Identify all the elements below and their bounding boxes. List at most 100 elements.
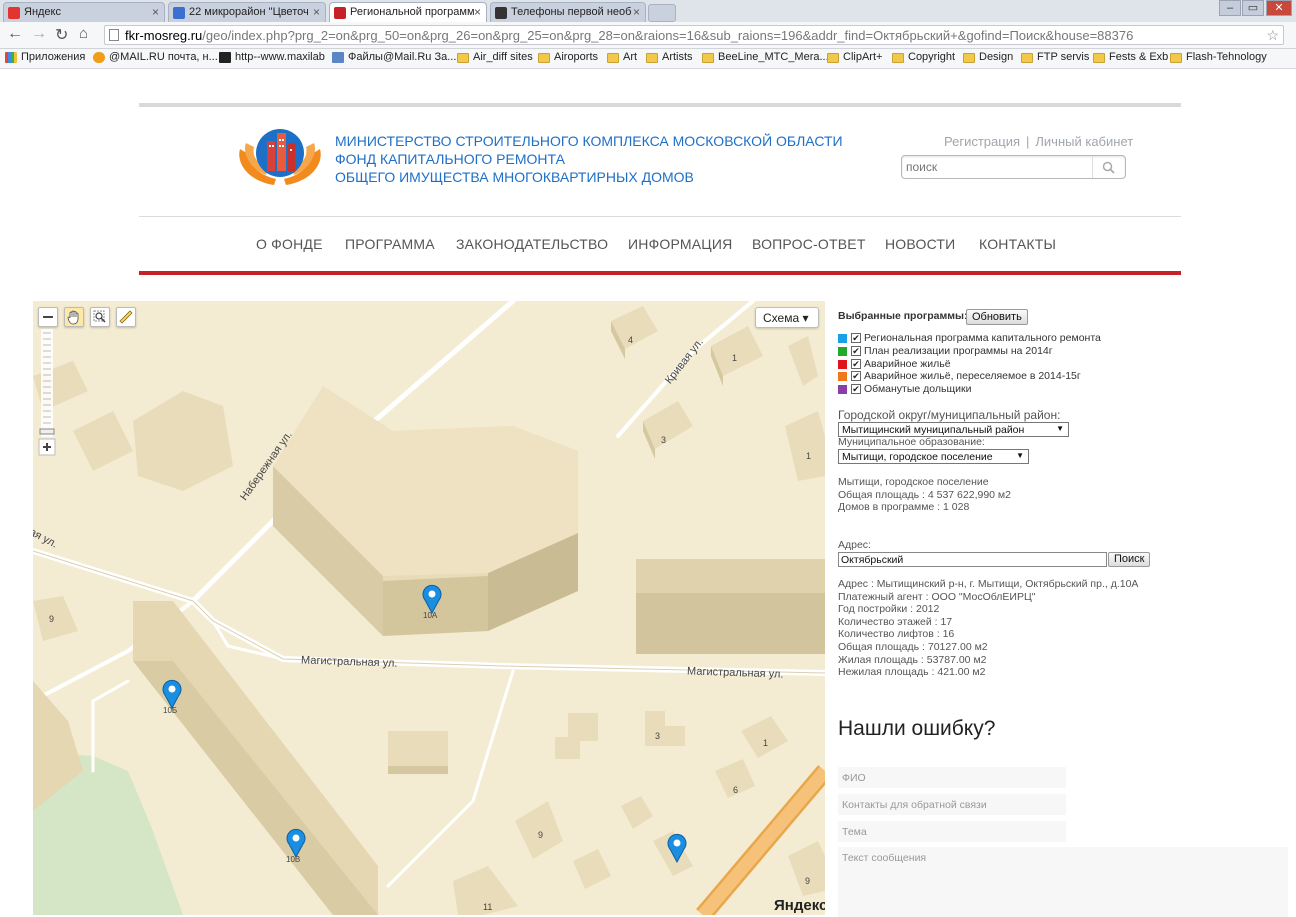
topic-field[interactable]: Тема <box>838 821 1066 842</box>
district-value: Мытищинский муниципальный район <box>842 424 1025 436</box>
hand-icon <box>67 310 79 325</box>
back-arrow-icon[interactable]: ← <box>7 25 23 43</box>
detail-year-built: Год постройки : 2012 <box>838 603 940 616</box>
selected-programs-label: Выбранные программы: <box>838 310 968 322</box>
folder-icon <box>963 53 975 63</box>
stats-name: Мытищи, городское поселение <box>838 476 989 488</box>
map-marker[interactable]: 10Б <box>161 679 183 715</box>
address-input[interactable]: Октябрьский <box>838 552 1107 567</box>
yandex-logo[interactable]: Яндекс <box>774 897 825 914</box>
district-label: Городской округ/муниципальный район: <box>838 408 1061 422</box>
bookmark-item[interactable]: Приложения <box>5 51 85 63</box>
program-checkbox[interactable]: ✔ <box>851 371 861 381</box>
detail-floors: Количество этажей : 17 <box>838 615 953 628</box>
nav-item-contacts[interactable]: КОНТАКТЫ <box>979 236 1056 252</box>
house-number: 9 <box>49 614 55 624</box>
map-marker[interactable] <box>666 833 688 865</box>
search-button[interactable] <box>1092 156 1125 178</box>
ruler-tool-button[interactable] <box>116 307 136 327</box>
bookmark-folder[interactable]: Fests & Exb <box>1093 51 1168 63</box>
map-marker[interactable]: 10В <box>285 828 307 864</box>
home-icon[interactable]: ⌂ <box>79 25 88 42</box>
program-checkbox[interactable]: ✔ <box>851 346 861 356</box>
program-checkbox[interactable]: ✔ <box>851 333 861 343</box>
close-tab-icon[interactable]: × <box>633 5 640 19</box>
bookmark-folder[interactable]: ClipArt+ <box>827 51 882 63</box>
bookmark-folder[interactable]: Copyright <box>892 51 955 63</box>
map-layer-dropdown[interactable]: Схема ▾ <box>755 307 819 328</box>
fio-field[interactable]: ФИО <box>838 767 1066 788</box>
url-text[interactable]: fkr-mosreg.ru/geo/index.php?prg_2=on&prg… <box>125 28 1133 43</box>
browser-tab-active[interactable]: Региональной программ × <box>329 2 487 22</box>
site-favicon-icon <box>173 7 185 19</box>
magnifier-icon <box>93 310 106 323</box>
municipality-label: Муниципальное образование: <box>838 436 985 448</box>
site-search-input[interactable] <box>906 159 1091 175</box>
nav-item-program[interactable]: ПРОГРАММА <box>345 236 435 252</box>
magnifier-tool-button[interactable] <box>90 307 110 327</box>
pan-tool-button[interactable] <box>64 307 84 327</box>
bookmark-item[interactable]: @MAIL.RU почта, н... <box>93 51 218 63</box>
address-search-button[interactable]: Поиск <box>1108 552 1151 567</box>
yandex-map[interactable]: Набережная ул. Кривая ул. Магистральная … <box>33 301 825 915</box>
bookmark-folder[interactable]: Art <box>607 51 637 63</box>
nav-item-about[interactable]: О ФОНДЕ <box>256 236 323 252</box>
fund-logo[interactable] <box>236 123 324 189</box>
reload-icon[interactable]: ↻ <box>55 25 68 45</box>
map-marker[interactable]: 10А <box>421 584 443 620</box>
maximize-window-button[interactable]: ▭ <box>1242 0 1264 16</box>
bookmark-folder[interactable]: Artists <box>646 51 693 63</box>
bookmark-folder[interactable]: BeeLine_MTC_Mera... <box>702 51 829 63</box>
marker-label: 10А <box>423 611 438 620</box>
marker-label: 10Б <box>163 706 178 715</box>
message-field[interactable]: Текст сообщения <box>838 847 1288 917</box>
nav-item-legislation[interactable]: ЗАКОНОДАТЕЛЬСТВО <box>456 236 608 252</box>
house-number: 3 <box>661 435 667 445</box>
program-color-swatch <box>838 372 847 381</box>
close-tab-icon[interactable]: × <box>313 5 320 19</box>
program-checkbox[interactable]: ✔ <box>851 384 861 394</box>
program-label: Аварийное жильё <box>864 358 951 370</box>
contacts-field[interactable]: Контакты для обратной связи <box>838 794 1066 815</box>
marker-label: 10В <box>286 855 301 864</box>
bookmark-folder[interactable]: Airoports <box>538 51 598 63</box>
browser-tab[interactable]: Яндекс × <box>3 2 165 22</box>
bookmark-folder[interactable]: Flash-Tehnology <box>1170 51 1267 63</box>
program-label: План реализации программы на 2014г <box>864 345 1053 357</box>
browser-tab[interactable]: 22 микрорайон "Цветоч × <box>168 2 326 22</box>
browser-tab[interactable]: Телефоны первой необ × <box>490 2 646 22</box>
municipality-select[interactable]: Мытищи, городское поселение ▼ <box>838 449 1029 464</box>
nav-item-information[interactable]: ИНФОРМАЦИЯ <box>628 236 732 252</box>
map-layer-label: Схема ▾ <box>763 311 809 325</box>
new-tab-button[interactable] <box>648 4 676 22</box>
zoom-out-button[interactable] <box>38 307 58 327</box>
personal-cabinet-link[interactable]: Личный кабинет <box>1035 134 1133 149</box>
bookmark-folder[interactable]: FTP servis <box>1021 51 1089 63</box>
register-link[interactable]: Регистрация <box>944 134 1020 149</box>
refresh-button[interactable]: Обновить <box>966 309 1028 325</box>
folder-icon <box>1093 53 1105 63</box>
bookmark-folder[interactable]: Air_diff sites <box>457 51 533 63</box>
bookmark-folder[interactable]: Design <box>963 51 1013 63</box>
program-color-swatch <box>838 385 847 394</box>
folder-icon <box>1021 53 1033 63</box>
apps-icon <box>5 52 17 63</box>
detail-living-area: Жилая площадь : 53787.00 м2 <box>838 653 987 666</box>
zoom-slider[interactable] <box>38 329 56 459</box>
minimize-window-button[interactable]: – <box>1219 0 1241 16</box>
nav-item-faq[interactable]: ВОПРОС-ОТВЕТ <box>752 236 866 252</box>
detail-elevators: Количество лифтов : 16 <box>838 628 955 641</box>
close-tab-icon[interactable]: × <box>152 5 159 19</box>
nav-item-news[interactable]: НОВОСТИ <box>885 236 955 252</box>
bookmark-star-icon[interactable]: ☆ <box>1266 27 1279 44</box>
address-bar[interactable]: fkr-mosreg.ru/geo/index.php?prg_2=on&prg… <box>104 25 1284 45</box>
close-window-button[interactable]: ✕ <box>1266 0 1292 16</box>
close-tab-icon[interactable]: × <box>474 5 481 19</box>
program-checkbox[interactable]: ✔ <box>851 359 861 369</box>
bookmark-item[interactable]: http--www.maxilab <box>219 51 325 63</box>
yandex-favicon-icon <box>8 7 20 19</box>
bookmark-item[interactable]: Файлы@Mail.Ru За... <box>332 51 456 63</box>
organization-title[interactable]: МИНИСТЕРСТВО СТРОИТЕЛЬНОГО КОМПЛЕКСА МОС… <box>335 132 843 186</box>
district-select[interactable]: Мытищинский муниципальный район ▼ <box>838 422 1069 437</box>
forward-arrow-icon[interactable]: → <box>31 25 47 43</box>
